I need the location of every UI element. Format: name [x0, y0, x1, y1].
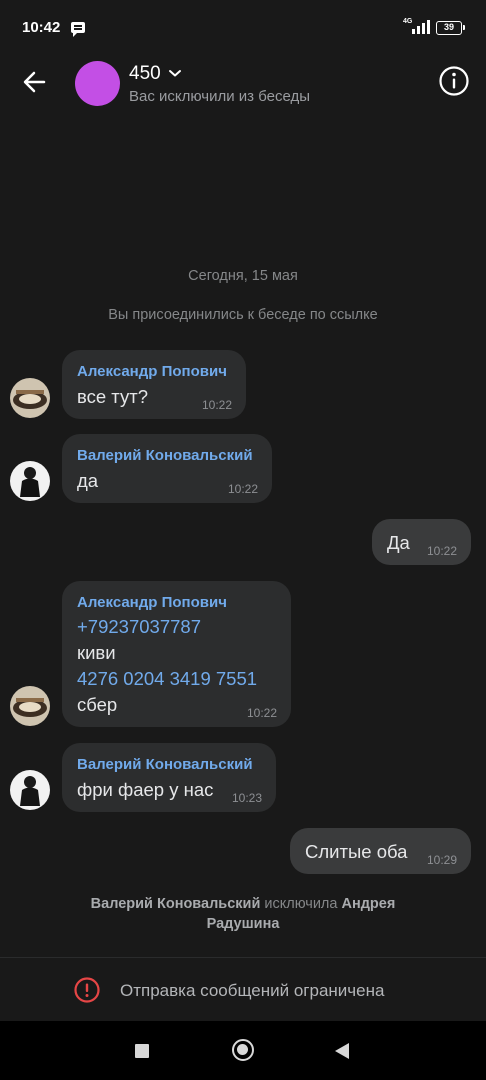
- chevron-down-icon[interactable]: [168, 68, 182, 78]
- service-message-join: Вы присоединились к беседе по ссылке: [108, 307, 378, 323]
- message-time: 10:22: [246, 706, 277, 720]
- message-text: Да: [387, 532, 410, 553]
- nav-back-icon[interactable]: [335, 1043, 349, 1059]
- message-text: фри фаер у нас: [77, 779, 214, 800]
- chat-avatar[interactable]: [75, 61, 120, 106]
- message-author[interactable]: Валерий Коновальский: [77, 447, 253, 464]
- back-arrow-icon: [23, 71, 46, 93]
- signal-icon: [412, 20, 430, 34]
- message-author[interactable]: Александр Попович: [77, 363, 227, 380]
- chat-subtitle: Вас исключили из беседы: [129, 88, 311, 105]
- avatar-aleksandr[interactable]: [10, 686, 50, 726]
- message-text: да: [77, 470, 99, 491]
- chat-title[interactable]: 450: [129, 63, 161, 85]
- message-text: киви: [77, 642, 116, 663]
- card-number-link[interactable]: 4276 0204 3419 7551: [77, 668, 257, 690]
- avatar-aleksandr[interactable]: [10, 378, 50, 418]
- message-bubble[interactable]: Валерий Коновальский фри фаер у нас 10:2…: [62, 743, 276, 812]
- message-time: 10:22: [201, 398, 232, 412]
- chat-header: 450 Вас исключили из беседы: [0, 56, 486, 110]
- date-separator: Сегодня, 15 мая: [188, 268, 298, 284]
- message-time: 10:23: [231, 791, 262, 805]
- message-author[interactable]: Александр Попович: [77, 594, 227, 611]
- battery-icon: 39: [436, 21, 465, 35]
- status-bar: 10:42 4G 39: [0, 0, 486, 56]
- message-bubble[interactable]: Александр Попович +79237037787 киви 4276…: [62, 581, 291, 727]
- phone-link[interactable]: +79237037787: [77, 616, 201, 638]
- message-time: 10:22: [426, 544, 457, 558]
- avatar-valeriy[interactable]: [10, 461, 50, 501]
- message-bubble-outgoing[interactable]: Да 10:22: [372, 519, 471, 565]
- kick-verb: исключила: [264, 896, 338, 912]
- message-icon: [71, 22, 85, 37]
- composer-restricted-bar: Отправка сообщений ограничена: [0, 957, 486, 1021]
- avatar-valeriy[interactable]: [10, 770, 50, 810]
- message-text: все тут?: [77, 386, 148, 407]
- info-icon[interactable]: [437, 64, 471, 98]
- message-author[interactable]: Валерий Коновальский: [77, 756, 253, 773]
- message-text: сбер: [77, 694, 118, 715]
- message-time: 10:22: [227, 482, 258, 496]
- system-nav-bar: [0, 1021, 486, 1080]
- recent-apps-icon[interactable]: [135, 1044, 149, 1058]
- message-text: Слитые оба: [305, 841, 408, 862]
- message-bubble[interactable]: Валерий Коновальский да 10:22: [62, 434, 272, 503]
- kick-actor[interactable]: Валерий Коновальский: [91, 896, 261, 912]
- status-time: 10:42: [22, 19, 61, 36]
- message-bubble-outgoing[interactable]: Слитые оба 10:29: [290, 828, 471, 874]
- message-bubble[interactable]: Александр Попович все тут? 10:22: [62, 350, 246, 419]
- service-message-kick: Валерий Коновальский исключила Андрея Ра…: [60, 894, 426, 934]
- warning-circle-icon: [74, 977, 100, 1003]
- restriction-text: Отправка сообщений ограничена: [120, 981, 385, 1000]
- network-type: 4G: [403, 18, 413, 25]
- message-time: 10:29: [426, 853, 457, 867]
- home-icon[interactable]: [232, 1039, 254, 1061]
- back-button[interactable]: [14, 64, 54, 100]
